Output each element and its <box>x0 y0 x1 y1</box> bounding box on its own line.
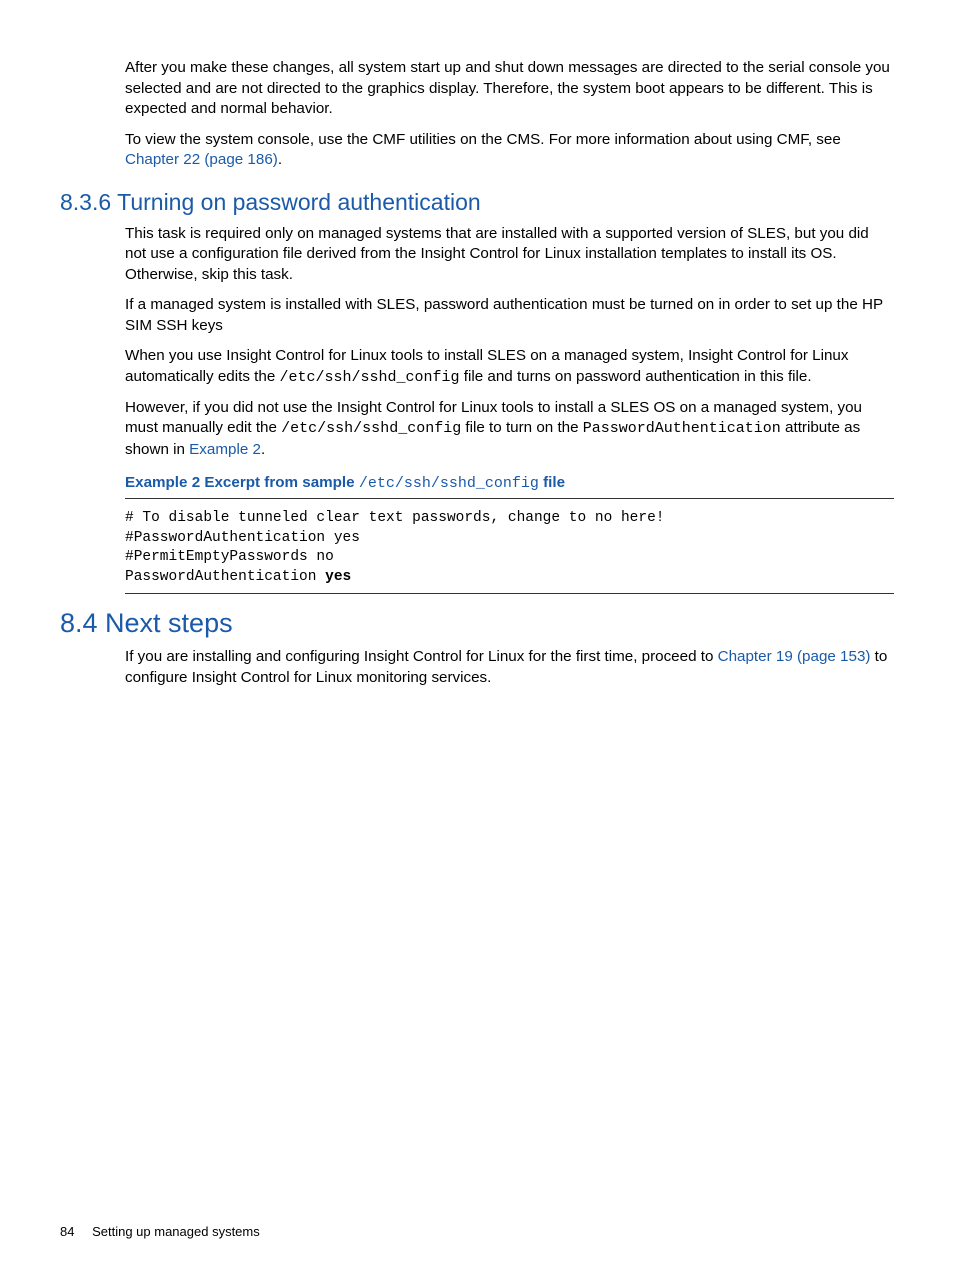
example-title: Example 2 Excerpt from sample /etc/ssh/s… <box>125 474 894 499</box>
code-line: # To disable tunneled clear text passwor… <box>125 510 665 526</box>
text-run: To view the system console, use the CMF … <box>125 131 841 148</box>
code-line: PasswordAuthentication <box>125 569 325 585</box>
text-run: . <box>278 151 282 168</box>
text-run: . <box>261 441 265 458</box>
text-run: file <box>539 474 565 491</box>
cross-reference-link[interactable]: Example 2 <box>189 441 261 458</box>
paragraph: If a managed system is installed with SL… <box>125 295 894 336</box>
paragraph: However, if you did not use the Insight … <box>125 398 894 460</box>
paragraph: If you are installing and configuring In… <box>125 647 894 688</box>
footer-title: Setting up managed systems <box>92 1224 260 1239</box>
text-run: Example 2 Excerpt from sample <box>125 474 359 491</box>
cross-reference-link[interactable]: Chapter 22 (page 186) <box>125 151 278 168</box>
code-line: #PermitEmptyPasswords no <box>125 549 334 565</box>
inline-code: /etc/ssh/sshd_config <box>281 420 461 437</box>
inline-code: /etc/ssh/sshd_config <box>280 369 460 386</box>
text-run: file and turns on password authenticatio… <box>460 368 812 385</box>
code-line: #PasswordAuthentication yes <box>125 530 360 546</box>
text-run: file to turn on the <box>461 419 583 436</box>
section-heading-84: 8.4 Next steps <box>60 608 894 639</box>
inline-code: /etc/ssh/sshd_config <box>359 475 539 492</box>
paragraph: After you make these changes, all system… <box>125 58 894 120</box>
paragraph: When you use Insight Control for Linux t… <box>125 346 894 388</box>
paragraph: This task is required only on managed sy… <box>125 224 894 286</box>
code-bold: yes <box>325 569 351 585</box>
page-content: After you make these changes, all system… <box>0 0 954 688</box>
page-footer: 84 Setting up managed systems <box>60 1224 260 1239</box>
page-number: 84 <box>60 1224 74 1239</box>
section-heading-836: 8.3.6 Turning on password authentication <box>60 189 894 216</box>
code-block: # To disable tunneled clear text passwor… <box>125 505 894 594</box>
inline-code: PasswordAuthentication <box>583 420 781 437</box>
cross-reference-link[interactable]: Chapter 19 (page 153) <box>718 648 871 665</box>
paragraph: To view the system console, use the CMF … <box>125 130 894 171</box>
text-run: If you are installing and configuring In… <box>125 648 718 665</box>
